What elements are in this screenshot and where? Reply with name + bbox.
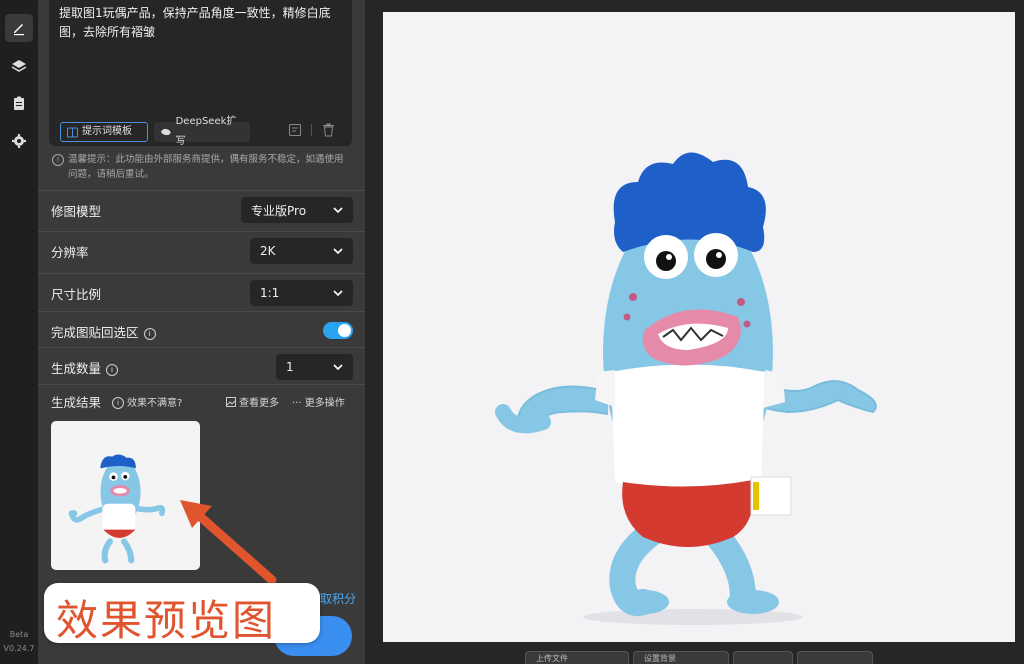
row-divider xyxy=(38,347,365,348)
layers-icon xyxy=(11,60,27,72)
edit-tool-button[interactable] xyxy=(5,14,33,42)
paste-back-row: 完成图贴回选区 i xyxy=(38,311,365,349)
annotation-label: 效果预览图 xyxy=(44,583,320,645)
count-label-wrap: 生成数量 i xyxy=(51,358,119,377)
model-select[interactable]: 专业版Pro xyxy=(241,197,353,223)
paste-back-toggle[interactable] xyxy=(323,322,353,339)
tool-divider xyxy=(311,124,312,136)
points-link[interactable]: 取积分 xyxy=(320,590,356,607)
annotation-text: 效果预览图 xyxy=(56,596,277,645)
info-icon[interactable]: i xyxy=(143,328,156,340)
row-divider xyxy=(38,311,365,312)
toolbar-button-3[interactable] xyxy=(733,651,793,664)
chevron-down-icon xyxy=(333,247,343,254)
count-label: 生成数量 xyxy=(51,361,102,376)
upload-file-button[interactable]: 上传文件 xyxy=(525,651,629,664)
toolbar-button-4[interactable] xyxy=(797,651,873,664)
paste-back-label-wrap: 完成图贴回选区 i xyxy=(51,322,156,341)
resolution-label: 分辨率 xyxy=(51,245,89,260)
row-divider xyxy=(38,231,365,232)
row-divider xyxy=(38,273,365,274)
clipboard-icon xyxy=(14,96,24,110)
paste-back-label: 完成图贴回选区 xyxy=(51,325,139,340)
resolution-row: 分辨率 2K xyxy=(38,231,365,269)
canvas-toolbar: 上传文件 设置背景 xyxy=(525,651,873,664)
beta-label: Beta xyxy=(9,630,29,639)
gallery-icon xyxy=(226,397,236,407)
prompt-text[interactable]: 提取图1玩偶产品，保持产品角度一致性，精修白底图，去除所有褶皱 xyxy=(59,4,344,42)
ratio-value: 1:1 xyxy=(260,286,280,300)
result-thumbnail[interactable] xyxy=(51,421,200,570)
model-label: 修图模型 xyxy=(51,204,102,219)
prompt-template-button[interactable]: 提示词模板 xyxy=(60,122,148,142)
model-value: 专业版Pro xyxy=(251,203,307,218)
edit-icon xyxy=(14,24,24,36)
template-icon xyxy=(67,127,78,137)
chevron-down-icon xyxy=(333,206,343,213)
more-actions-label: ··· 更多操作 xyxy=(292,398,345,409)
see-more-button[interactable]: 查看更多 xyxy=(226,394,279,409)
model-row: 修图模型 专业版Pro xyxy=(38,190,365,228)
notice-text: 温馨提示：此功能由外部服务商提供，偶有服务不稳定，如遇使用问题，请稍后重试。 xyxy=(68,154,344,180)
ratio-select[interactable]: 1:1 xyxy=(250,280,353,306)
deepseek-whale-icon xyxy=(160,128,171,136)
row-divider xyxy=(38,384,365,385)
set-background-button[interactable]: 设置背景 xyxy=(633,651,729,664)
info-icon: ! xyxy=(52,154,64,166)
resolution-select[interactable]: 2K xyxy=(250,238,353,264)
info-icon[interactable]: i xyxy=(106,364,119,376)
main-preview-image[interactable] xyxy=(383,12,1015,642)
count-select[interactable]: 1 xyxy=(276,354,353,380)
clipboard-tool-button[interactable] xyxy=(5,89,33,117)
unsatisfied-link[interactable]: i 效果不满意? xyxy=(112,394,182,409)
edit-panel: 提取图1玩偶产品，保持产品角度一致性，精修白底图，去除所有褶皱 提示词模板 De… xyxy=(38,0,365,664)
chevron-down-icon xyxy=(333,363,343,370)
version-label: V0.24.7 xyxy=(3,644,35,653)
see-more-label: 查看更多 xyxy=(239,398,279,409)
deepseek-expand-button[interactable]: DeepSeek扩写 xyxy=(154,116,250,147)
ratio-label: 尺寸比例 xyxy=(51,287,102,302)
more-actions-button[interactable]: ··· 更多操作 xyxy=(292,394,345,409)
unsatisfied-label: 效果不满意? xyxy=(127,398,183,409)
layers-tool-button[interactable] xyxy=(5,52,33,80)
plush-toy-thumbnail-image xyxy=(68,454,166,564)
chevron-down-icon xyxy=(333,289,343,296)
prompt-template-label: 提示词模板 xyxy=(82,126,132,137)
ratio-row: 尺寸比例 1:1 xyxy=(38,273,365,311)
results-title: 生成结果 xyxy=(51,395,102,410)
count-row: 生成数量 i 1 xyxy=(38,347,365,385)
count-value: 1 xyxy=(286,360,294,374)
service-notice: ! 温馨提示：此功能由外部服务商提供，偶有服务不稳定，如遇使用问题，请稍后重试。 xyxy=(52,152,352,182)
toggle-knob xyxy=(338,324,351,337)
plush-toy-image xyxy=(495,152,877,625)
side-rail: Beta V0.24.7 xyxy=(0,0,38,664)
deepseek-label: DeepSeek扩写 xyxy=(175,116,237,147)
results-header: 生成结果 i 效果不满意? 查看更多 ··· 更多操作 xyxy=(38,384,365,414)
info-icon: i xyxy=(112,397,124,409)
history-button[interactable] xyxy=(286,121,304,139)
row-divider xyxy=(38,190,365,191)
resolution-value: 2K xyxy=(260,244,276,258)
trash-icon xyxy=(322,123,334,137)
delete-button[interactable] xyxy=(319,121,337,139)
settings-tool-button[interactable] xyxy=(5,127,33,155)
gear-icon xyxy=(12,134,26,148)
history-icon xyxy=(289,124,301,136)
